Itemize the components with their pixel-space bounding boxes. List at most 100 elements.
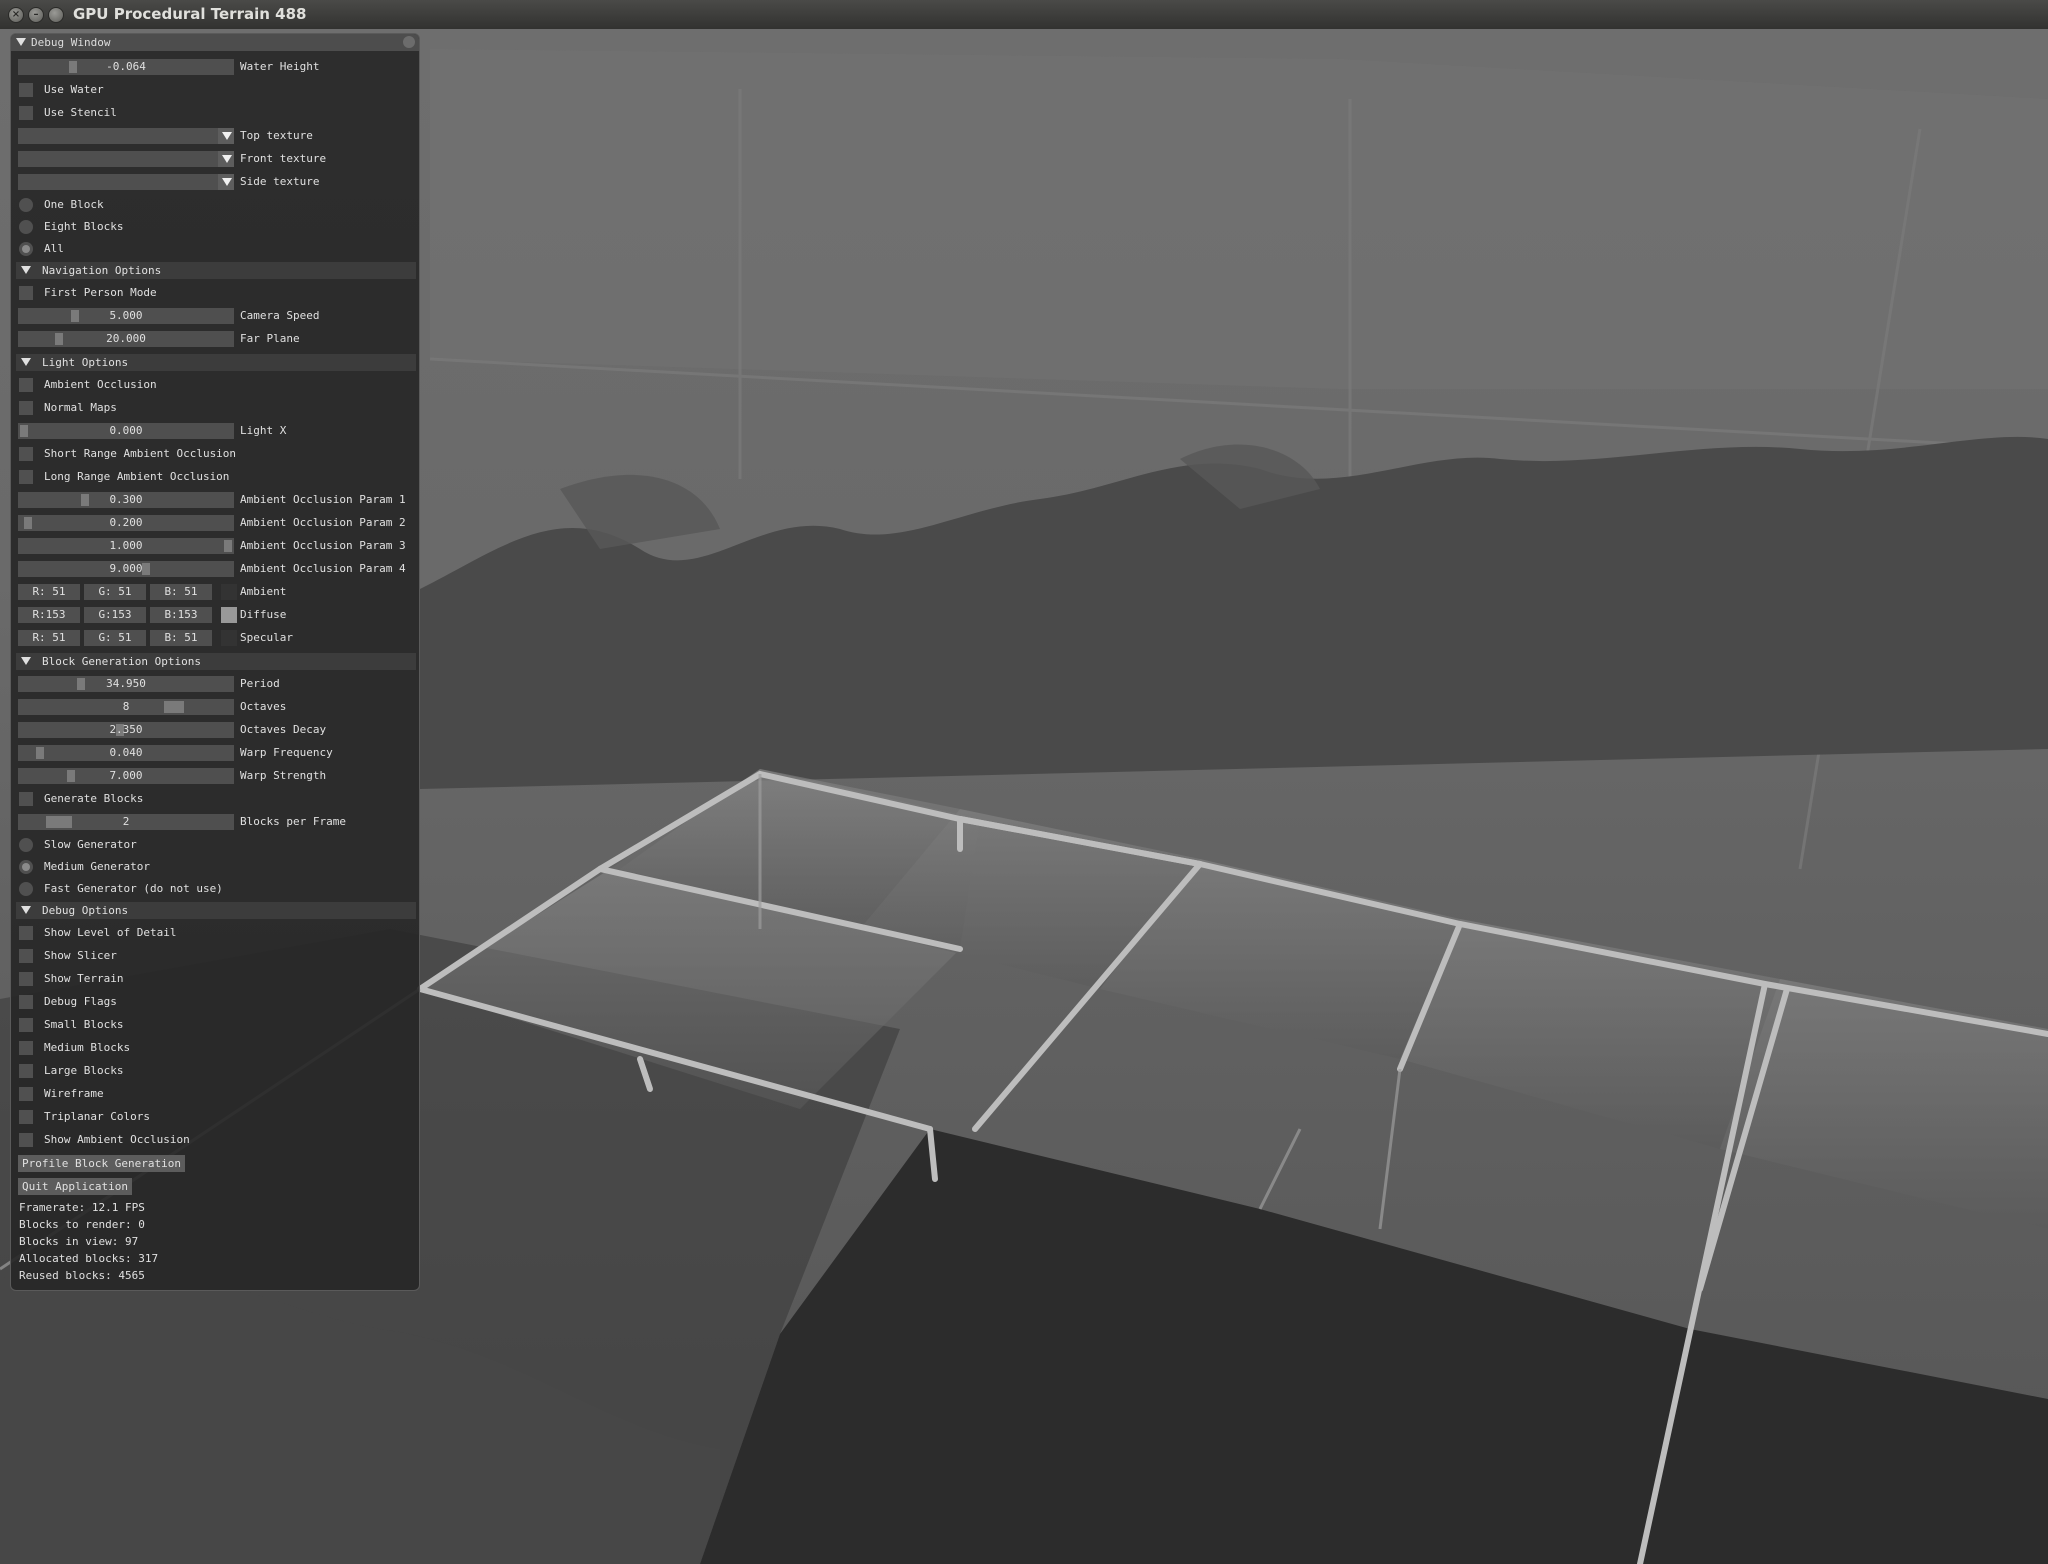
top-texture-combo[interactable] — [18, 128, 234, 144]
ambient-g-field[interactable]: G: 51 — [84, 584, 146, 600]
dropdown-arrow-icon[interactable] — [218, 151, 234, 167]
checkbox[interactable] — [19, 1018, 33, 1032]
use-water-checkbox[interactable] — [19, 83, 33, 97]
radio-fast-generator[interactable]: Fast Generator (do not use) — [18, 878, 418, 898]
specular-r-field[interactable]: R: 51 — [18, 630, 80, 646]
debug-checkbox-row[interactable]: Triplanar Colors — [18, 1106, 418, 1126]
ambient-occlusion-row[interactable]: Ambient Occlusion — [18, 374, 418, 394]
period-slider[interactable]: 34.950 — [18, 676, 234, 692]
ambient-r-field[interactable]: R: 51 — [18, 584, 80, 600]
specular-color-swatch[interactable] — [221, 630, 237, 646]
long-range-ao-row[interactable]: Long Range Ambient Occlusion — [18, 466, 418, 486]
window-minimize-button[interactable]: – — [28, 7, 44, 23]
radio-one-block[interactable]: One Block — [18, 194, 418, 214]
first-person-checkbox[interactable] — [19, 286, 33, 300]
collapse-triangle-icon[interactable] — [21, 358, 31, 366]
checkbox[interactable] — [19, 995, 33, 1009]
use-stencil-row[interactable]: Use Stencil — [18, 102, 418, 122]
use-stencil-checkbox[interactable] — [19, 106, 33, 120]
normal-maps-checkbox[interactable] — [19, 401, 33, 415]
ambient-color-swatch[interactable] — [221, 584, 237, 600]
debug-checkbox-row[interactable]: Debug Flags — [18, 991, 418, 1011]
profile-block-generation-button[interactable]: Profile Block Generation — [18, 1155, 185, 1172]
radio-button[interactable] — [19, 860, 33, 874]
checkbox[interactable] — [19, 1041, 33, 1055]
debug-checkbox-row[interactable]: Small Blocks — [18, 1014, 418, 1034]
debug-window-close-icon[interactable] — [403, 36, 415, 48]
side-texture-combo[interactable] — [18, 174, 234, 190]
debug-checkbox-row[interactable]: Show Slicer — [18, 945, 418, 965]
radio-medium-generator[interactable]: Medium Generator — [18, 856, 418, 876]
window-close-button[interactable]: × — [8, 7, 24, 23]
collapse-triangle-icon[interactable] — [21, 906, 31, 914]
radio-slow-generator[interactable]: Slow Generator — [18, 834, 418, 854]
dropdown-arrow-icon[interactable] — [218, 174, 234, 190]
short-range-ao-row[interactable]: Short Range Ambient Occlusion — [18, 443, 418, 463]
debug-window[interactable]: Debug Window -0.064 Water Height Use Wat… — [10, 33, 420, 1291]
far-plane-slider[interactable]: 20.000 — [18, 331, 234, 347]
ao-param3-slider[interactable]: 1.000 — [18, 538, 234, 554]
radio-button[interactable] — [19, 198, 33, 212]
normal-maps-row[interactable]: Normal Maps — [18, 397, 418, 417]
radio-button[interactable] — [19, 220, 33, 234]
diffuse-b-field[interactable]: B:153 — [150, 607, 212, 623]
diffuse-r-field[interactable]: R:153 — [18, 607, 80, 623]
ao-param4-slider[interactable]: 9.000 — [18, 561, 234, 577]
dropdown-arrow-icon[interactable] — [218, 128, 234, 144]
octaves-decay-slider[interactable]: 2.350 — [18, 722, 234, 738]
far-plane-row: 20.000 Far Plane — [18, 328, 418, 348]
radio-button[interactable] — [19, 242, 33, 256]
window-maximize-button[interactable] — [48, 7, 64, 23]
debug-checkbox-row[interactable]: Large Blocks — [18, 1060, 418, 1080]
checkbox[interactable] — [19, 949, 33, 963]
radio-eight-blocks[interactable]: Eight Blocks — [18, 216, 418, 236]
camera-speed-slider[interactable]: 5.000 — [18, 308, 234, 324]
radio-button[interactable] — [19, 882, 33, 896]
light-x-slider[interactable]: 0.000 — [18, 423, 234, 439]
generate-blocks-checkbox[interactable] — [19, 792, 33, 806]
debug-checkbox-row[interactable]: Medium Blocks — [18, 1037, 418, 1057]
checkbox[interactable] — [19, 926, 33, 940]
use-water-row[interactable]: Use Water — [18, 79, 418, 99]
specular-b-field[interactable]: B: 51 — [150, 630, 212, 646]
checkbox[interactable] — [19, 1064, 33, 1078]
warp-strength-slider[interactable]: 7.000 — [18, 768, 234, 784]
collapse-triangle-icon[interactable] — [21, 657, 31, 665]
warp-frequency-slider[interactable]: 0.040 — [18, 745, 234, 761]
ao-param1-slider[interactable]: 0.300 — [18, 492, 234, 508]
checkbox[interactable] — [19, 1133, 33, 1147]
ao-param2-slider[interactable]: 0.200 — [18, 515, 234, 531]
navigation-options-header[interactable]: Navigation Options — [16, 262, 416, 279]
radio-all[interactable]: All — [18, 238, 418, 258]
collapse-triangle-icon[interactable] — [16, 38, 26, 46]
octaves-slider[interactable]: 8 — [18, 699, 234, 715]
light-options-header[interactable]: Light Options — [16, 354, 416, 371]
checkbox[interactable] — [19, 972, 33, 986]
front-texture-combo[interactable] — [18, 151, 234, 167]
quit-application-button[interactable]: Quit Application — [18, 1178, 132, 1195]
first-person-row[interactable]: First Person Mode — [18, 282, 418, 302]
debug-window-titlebar[interactable]: Debug Window — [11, 34, 419, 51]
collapse-triangle-icon[interactable] — [21, 266, 31, 274]
slider-label: Water Height — [240, 60, 320, 73]
debug-checkbox-row[interactable]: Show Ambient Occlusion — [18, 1129, 418, 1149]
block-generation-header[interactable]: Block Generation Options — [16, 653, 416, 670]
debug-checkbox-row[interactable]: Show Level of Detail — [18, 922, 418, 942]
ambient-b-field[interactable]: B: 51 — [150, 584, 212, 600]
ambient-occlusion-checkbox[interactable] — [19, 378, 33, 392]
specular-g-field[interactable]: G: 51 — [84, 630, 146, 646]
window-titlebar[interactable]: × – GPU Procedural Terrain 488 — [0, 0, 2048, 30]
diffuse-color-swatch[interactable] — [221, 607, 237, 623]
generate-blocks-row[interactable]: Generate Blocks — [18, 788, 418, 808]
blocks-per-frame-slider[interactable]: 2 — [18, 814, 234, 830]
debug-options-header[interactable]: Debug Options — [16, 902, 416, 919]
checkbox[interactable] — [19, 1110, 33, 1124]
water-height-slider[interactable]: -0.064 — [18, 59, 234, 75]
long-range-ao-checkbox[interactable] — [19, 470, 33, 484]
radio-button[interactable] — [19, 838, 33, 852]
checkbox[interactable] — [19, 1087, 33, 1101]
debug-checkbox-row[interactable]: Show Terrain — [18, 968, 418, 988]
debug-checkbox-row[interactable]: Wireframe — [18, 1083, 418, 1103]
short-range-ao-checkbox[interactable] — [19, 447, 33, 461]
diffuse-g-field[interactable]: G:153 — [84, 607, 146, 623]
